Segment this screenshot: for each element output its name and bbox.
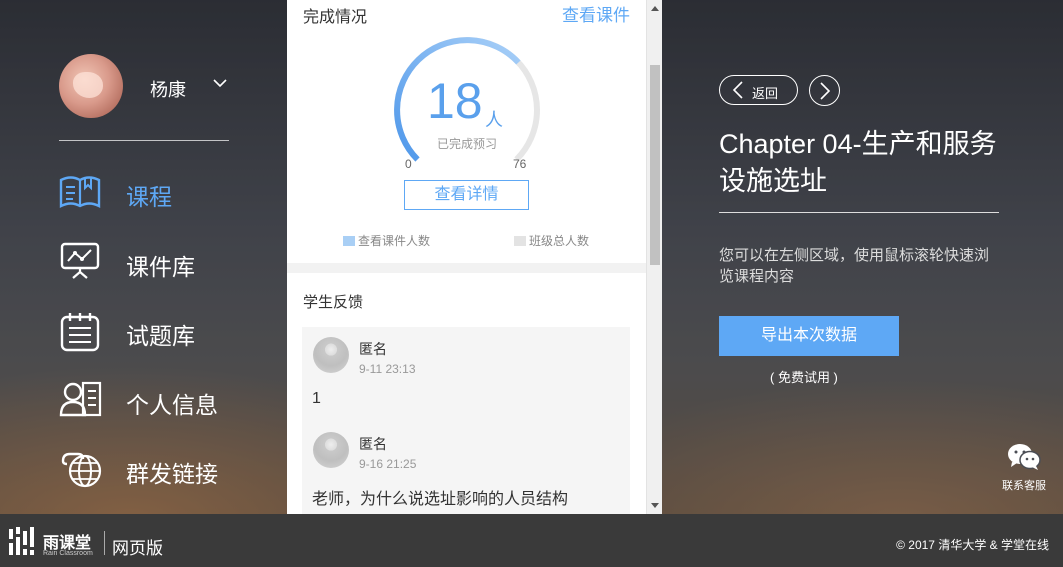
completion-card: 完成情况 查看课件 18 人 已完成预习 0 76 查看详情 查看课件人数 班级… [287, 0, 646, 263]
back-label: 返回 [752, 86, 779, 101]
copyright: © 2017 清华大学 & 学堂在线 [896, 538, 1049, 552]
panel-scrollbar[interactable] [646, 0, 662, 514]
feedback-title: 学生反馈 [303, 294, 364, 311]
forward-button[interactable] [809, 75, 840, 106]
gauge-label: 已完成预习 [437, 137, 498, 151]
feedback-list[interactable]: 匿名 9-11 23:13 1 匿名 9-16 21:25 老师，为什么说选址影… [302, 327, 630, 514]
logo-subtitle: Rain Classroom [43, 550, 93, 557]
feedback-time: 9-11 23:13 [359, 362, 416, 376]
web-version-label: 网页版 [112, 539, 163, 558]
sidebar-divider [59, 140, 229, 141]
free-trial-note: ( 免费试用 ) [770, 370, 838, 385]
legend-viewed-label: 查看课件人数 [358, 234, 431, 248]
feedback-author: 匿名 [359, 341, 387, 357]
feedback-text: 1 [312, 390, 321, 407]
scroll-hint: 您可以在左侧区域，使用鼠标滚轮快速浏览课程内容 [719, 247, 990, 285]
avatar [313, 337, 349, 373]
sidebar: 杨康 课程 课件库 试题库 个人信息 群发链接 [0, 0, 287, 514]
sidebar-item-label: 试题库 [126, 323, 195, 349]
avatar [313, 432, 349, 468]
chevron-right-icon [820, 82, 831, 100]
legend-swatch-total [514, 236, 526, 246]
chevron-down-icon[interactable] [213, 78, 227, 88]
completion-title: 完成情况 [303, 9, 368, 26]
sidebar-item-profile[interactable]: 个人信息 [59, 378, 259, 424]
back-button[interactable]: 返回 [719, 75, 798, 105]
sidebar-item-broadcast-link[interactable]: 群发链接 [59, 447, 259, 493]
sidebar-item-courses[interactable]: 课程 [59, 170, 259, 216]
gauge-max: 76 [513, 157, 527, 171]
completed-count: 18 [427, 73, 483, 129]
chevron-left-icon [732, 81, 743, 99]
rain-classroom-logo-icon [9, 527, 34, 555]
customer-service-button[interactable]: 联系客服 [996, 443, 1052, 493]
view-courseware-link[interactable]: 查看课件 [562, 1, 630, 26]
course-info: 返回 Chapter 04-生产和服务设施选址 您可以在左侧区域，使用鼠标滚轮快… [662, 0, 1063, 514]
presentation-icon [60, 242, 100, 279]
globe-link-icon [61, 452, 102, 488]
feedback-time: 9-16 21:25 [359, 457, 417, 471]
book-icon [59, 176, 101, 208]
legend-swatch-viewed [343, 236, 355, 246]
wechat-icon [1008, 444, 1041, 470]
legend-total: 班级总人数 [514, 232, 589, 249]
notepad-icon [60, 313, 100, 352]
avatar[interactable] [59, 54, 123, 118]
footer: 雨课堂 Rain Classroom 网页版 © 2017 清华大学 & 学堂在… [0, 514, 1063, 567]
title-divider [719, 212, 999, 213]
export-data-button[interactable]: 导出本次数据 [719, 316, 899, 356]
sidebar-item-label: 课件库 [126, 254, 195, 280]
sidebar-item-label: 群发链接 [126, 461, 218, 487]
person-card-icon [59, 381, 102, 417]
gauge-min: 0 [405, 157, 412, 171]
sidebar-item-question-bank[interactable]: 试题库 [59, 309, 259, 355]
legend-viewed: 查看课件人数 [343, 232, 430, 249]
feedback-card: 学生反馈 匿名 9-11 23:13 1 匿名 9-16 21:25 老师，为什… [287, 273, 646, 514]
chapter-title: Chapter 04-生产和服务设施选址 [719, 129, 997, 196]
sidebar-item-label: 课程 [126, 184, 172, 210]
username: 杨康 [150, 80, 186, 100]
view-details-button[interactable]: 查看详情 [404, 180, 529, 210]
legend-total-label: 班级总人数 [529, 234, 590, 248]
count-unit: 人 [485, 110, 503, 130]
scrollbar-thumb[interactable] [650, 65, 660, 265]
sidebar-item-courseware[interactable]: 课件库 [59, 240, 259, 286]
customer-service-label: 联系客服 [1002, 480, 1046, 492]
scroll-up-arrow-icon[interactable] [651, 5, 659, 11]
feedback-text: 老师，为什么说选址影响的人员结构 [312, 491, 569, 508]
logo-separator [104, 531, 105, 555]
course-detail-panel[interactable]: 完成情况 查看课件 18 人 已完成预习 0 76 查看详情 查看课件人数 班级… [287, 0, 662, 514]
feedback-author: 匿名 [359, 436, 387, 452]
scroll-down-arrow-icon[interactable] [651, 503, 659, 509]
user-menu[interactable]: 杨康 [59, 54, 229, 118]
sidebar-item-label: 个人信息 [126, 392, 218, 418]
